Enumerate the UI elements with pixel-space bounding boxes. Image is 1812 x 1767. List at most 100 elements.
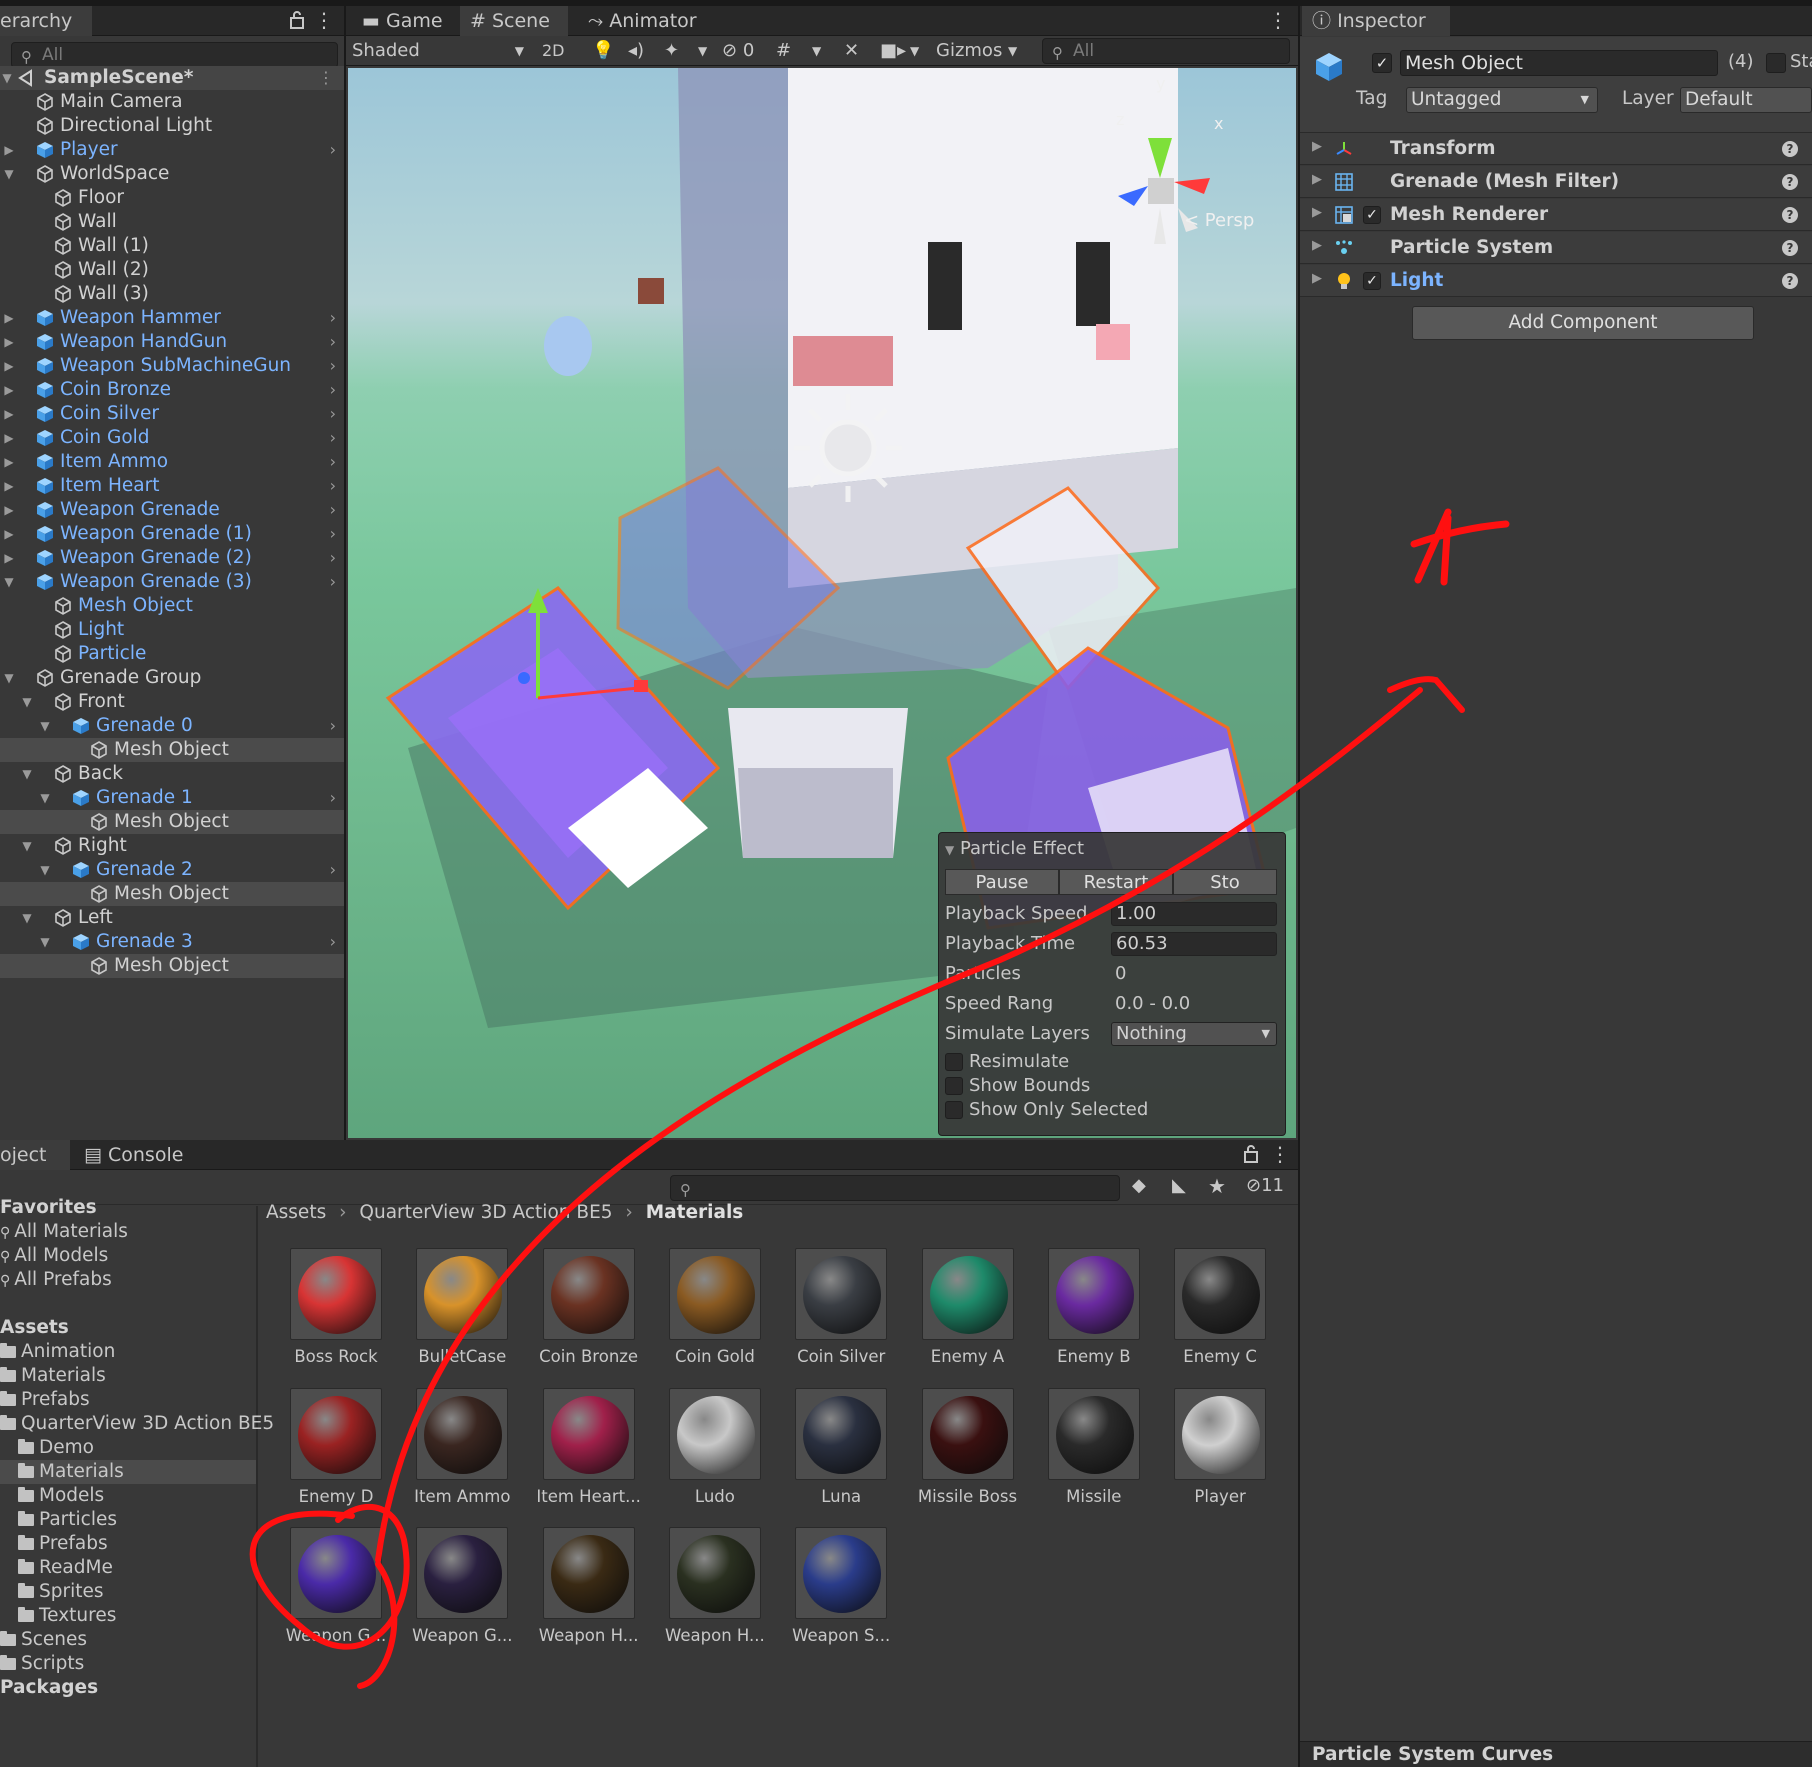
hierarchy-row[interactable]: Wall [0,210,344,234]
expand-arrow-icon[interactable]: ▼ [20,906,34,930]
playback-speed-field[interactable]: 1.00 [1111,902,1277,926]
hierarchy-row[interactable]: ▶ Weapon HandGun › [0,330,344,354]
open-prefab-chevron-icon[interactable]: › [330,306,336,330]
hierarchy-row[interactable]: ▼ Grenade 0 › [0,714,344,738]
folder-item[interactable]: Prefabs [0,1388,90,1412]
hidden-objects-toggle[interactable]: ⊘ 0 [722,38,754,64]
hierarchy-row[interactable]: ▶ Item Heart › [0,474,344,498]
folder-item[interactable]: Demo [18,1436,94,1460]
open-prefab-chevron-icon[interactable]: › [330,714,336,738]
tab-project[interactable]: oject [0,1140,70,1170]
collapse-arrow-icon[interactable]: ▶ [2,498,16,522]
favorite-item[interactable]: ⚲ All Materials [0,1220,128,1244]
expand-arrow-icon[interactable]: ▼ [38,930,52,954]
hierarchy-row[interactable]: Floor [0,186,344,210]
breadcrumb-materials[interactable]: Materials [646,1202,744,1223]
show-bounds-checkbox[interactable] [945,1077,963,1095]
collapse-arrow-icon[interactable]: ▶ [1312,238,1322,253]
component-header[interactable]: ▶ Transform? [1300,133,1812,165]
hierarchy-row[interactable]: Mesh Object [0,882,344,906]
hierarchy-row[interactable]: Wall (3) [0,282,344,306]
help-icon[interactable]: ? [1782,240,1798,256]
material-asset[interactable]: Enemy B [1025,1248,1145,1368]
collapse-arrow-icon[interactable]: ▶ [2,522,16,546]
grid-dropdown-icon[interactable]: ▼ [812,38,821,64]
material-asset[interactable]: Item Ammo [393,1387,513,1508]
expand-arrow-icon[interactable]: ▼ [2,666,16,690]
collapse-arrow-icon[interactable]: ▶ [2,330,16,354]
tab-inspector[interactable]: ⓘ Inspector [1302,6,1450,36]
component-enabled-checkbox[interactable]: ✓ [1363,272,1381,290]
lighting-toggle-icon[interactable]: 💡 [592,38,614,64]
favorite-item[interactable]: ⚲ All Prefabs [0,1268,112,1292]
open-prefab-chevron-icon[interactable]: › [330,330,336,354]
restart-button[interactable]: Restart [1059,869,1173,895]
hierarchy-row[interactable]: ▼ Right [0,834,344,858]
open-prefab-chevron-icon[interactable]: › [330,138,336,162]
open-prefab-chevron-icon[interactable]: › [330,474,336,498]
help-icon[interactable]: ? [1782,273,1798,289]
add-component-button[interactable]: Add Component [1412,306,1754,340]
hierarchy-row[interactable]: Mesh Object [0,954,344,978]
scene-menu-icon[interactable]: ⋮ [318,66,334,90]
material-asset[interactable]: Ludo [646,1387,766,1508]
hierarchy-row[interactable]: ▼ Grenade 1 › [0,786,344,810]
folder-item[interactable]: Sprites [18,1580,104,1604]
pause-button[interactable]: Pause [945,869,1059,895]
folder-item[interactable]: Materials [0,1460,256,1484]
collapse-arrow-icon[interactable]: ▶ [1312,172,1322,187]
collapse-arrow-icon[interactable]: ▶ [2,546,16,570]
breadcrumb-assets[interactable]: Assets [266,1202,326,1223]
collapse-arrow-icon[interactable]: ▶ [2,474,16,498]
tab-hierarchy[interactable]: erarchy [0,6,92,36]
material-asset[interactable]: Missile Boss [899,1387,1019,1508]
object-name-field[interactable]: Mesh Object [1400,50,1718,76]
hidden-packages-toggle[interactable]: ⊘11 [1246,1175,1284,1196]
favorite-star-icon[interactable]: ★ [1208,1174,1226,1198]
material-asset[interactable]: Coin Gold [646,1248,766,1368]
expand-arrow-icon[interactable]: ▼ [20,690,34,714]
audio-toggle-icon[interactable]: ◂) [628,38,644,64]
material-asset[interactable]: Item Heart... [520,1387,641,1508]
hierarchy-row[interactable]: ▼ Left [0,906,344,930]
material-asset[interactable]: Boss Rock [267,1248,387,1368]
hierarchy-row[interactable]: Light [0,618,344,642]
tab-animator[interactable]: ⤳ Animator [578,6,707,36]
help-icon[interactable]: ? [1782,141,1798,157]
material-asset[interactable]: BulletCase [393,1248,513,1368]
folder-item[interactable]: ReadMe [18,1556,113,1580]
hierarchy-row[interactable]: Main Camera [0,90,344,114]
scene-menu-icon[interactable]: ⋮ [1268,6,1288,36]
folder-item[interactable]: Scripts [0,1652,84,1676]
hierarchy-row[interactable]: Wall (2) [0,258,344,282]
collapse-arrow-icon[interactable]: ▶ [2,450,16,474]
projection-toggle[interactable]: < Persp [1184,210,1254,231]
gizmos-button[interactable]: Gizmos [936,38,1002,64]
folder-item[interactable]: Particles [18,1508,117,1532]
hierarchy-row[interactable]: ▶ Coin Gold › [0,426,344,450]
hierarchy-row[interactable]: ▼ Grenade Group [0,666,344,690]
open-prefab-chevron-icon[interactable]: › [330,930,336,954]
gizmos-dropdown-icon[interactable]: ▼ [1008,38,1017,64]
hierarchy-row[interactable]: ▶ Weapon Grenade (2) › [0,546,344,570]
scene-search-input[interactable]: ⚲ All [1042,38,1290,64]
material-asset[interactable]: Weapon H... [520,1527,640,1647]
tab-game[interactable]: ▬ Game [352,6,453,36]
folder-item[interactable]: Textures [18,1604,116,1628]
collapse-arrow-icon[interactable]: ▶ [2,378,16,402]
folder-item[interactable]: Models [18,1484,104,1508]
hierarchy-row[interactable]: ▶ Item Ammo › [0,450,344,474]
open-prefab-chevron-icon[interactable]: › [330,426,336,450]
particle-system-curves-bar[interactable]: Particle System Curves [1300,1741,1812,1767]
open-prefab-chevron-icon[interactable]: › [330,498,336,522]
collapse-arrow-icon[interactable]: ▶ [2,426,16,450]
search-by-type-icon[interactable]: ◆ [1132,1175,1146,1196]
breadcrumb-quarterview[interactable]: QuarterView 3D Action BE5 [359,1202,612,1223]
material-asset[interactable]: Weapon S... [772,1527,892,1647]
hierarchy-row[interactable]: Wall (1) [0,234,344,258]
material-asset[interactable]: Enemy D [267,1387,387,1508]
open-prefab-chevron-icon[interactable]: › [330,858,336,882]
component-header[interactable]: ▶ ✓ Light? [1300,265,1812,297]
hierarchy-row[interactable]: ▼ Grenade 2 › [0,858,344,882]
collapse-arrow-icon[interactable]: ▶ [1312,205,1322,220]
